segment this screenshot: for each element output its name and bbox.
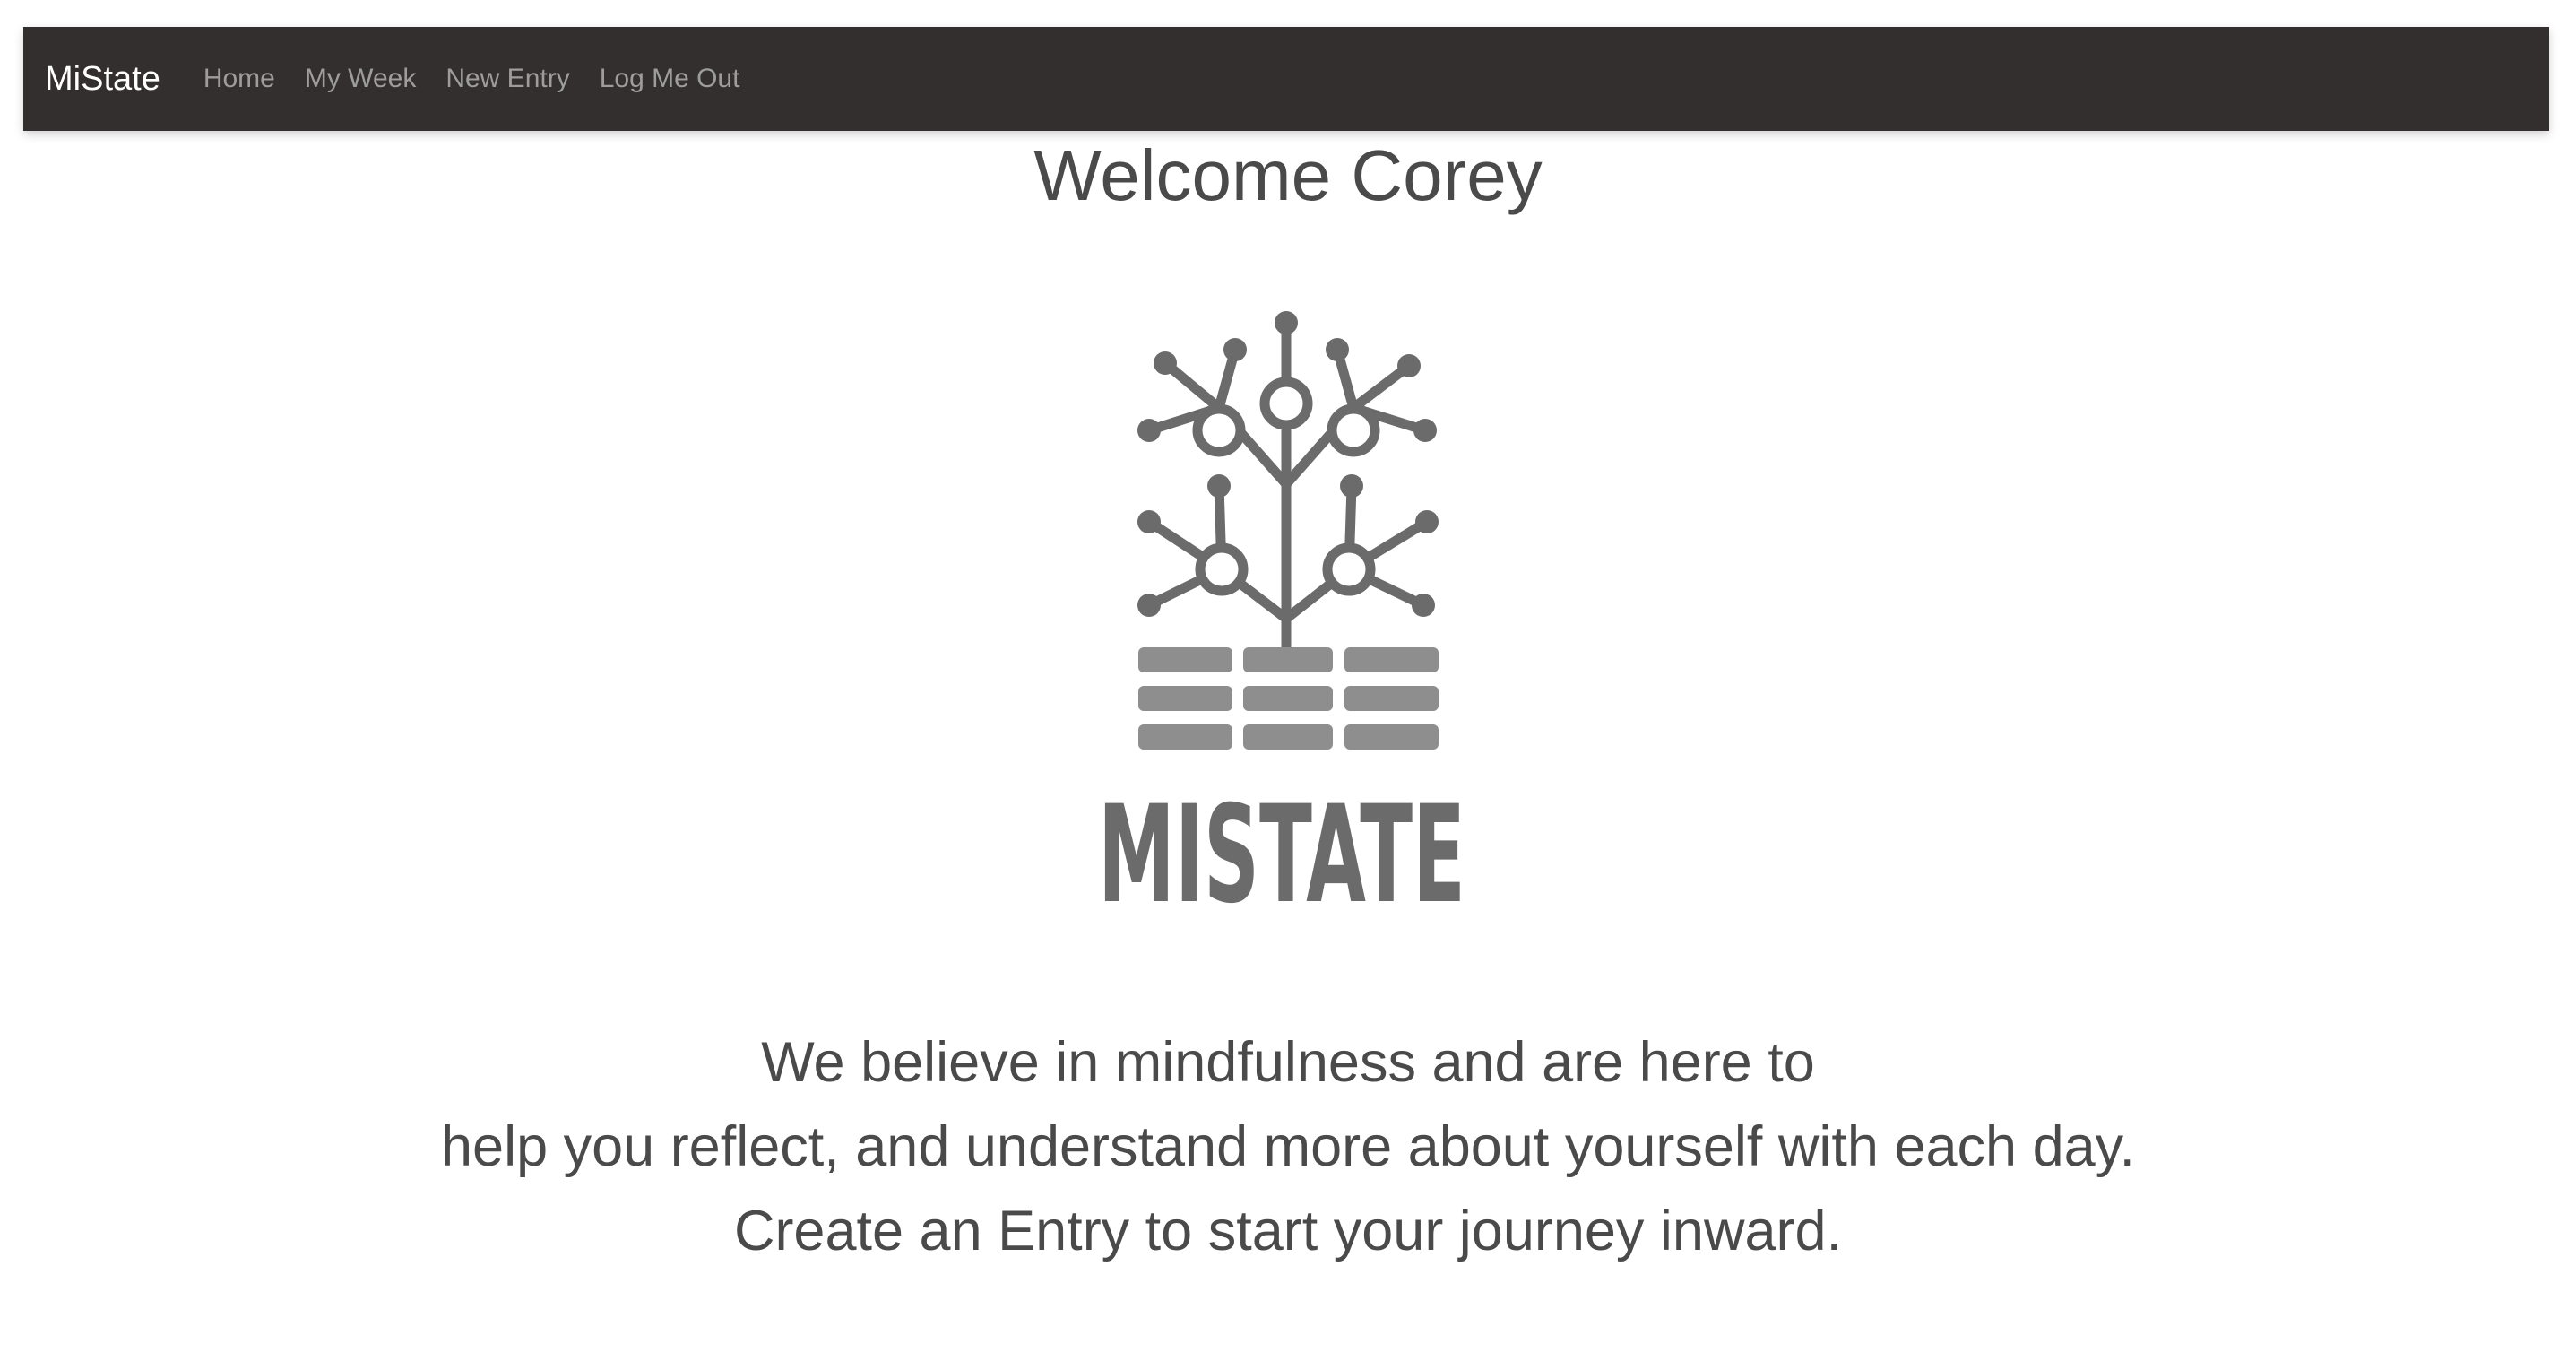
nav-link-my-week[interactable]: My Week <box>305 64 416 94</box>
tagline-line-3: Create an Entry to start your journey in… <box>733 1200 1843 1262</box>
nav-link-new-entry[interactable]: New Entry <box>445 64 569 94</box>
tree-circuit-logo-icon: MISTATE <box>1098 311 1465 932</box>
brand-link[interactable]: MiState <box>45 60 160 99</box>
nav-link-log-out[interactable]: Log Me Out <box>600 64 740 94</box>
tagline-line-1: We believe in mindfulness and are here t… <box>761 1031 1815 1094</box>
logo-wordmark: MISTATE <box>1098 777 1465 932</box>
welcome-heading: Welcome Corey <box>1033 135 1543 215</box>
tagline-line-2: help you reflect, and understand more ab… <box>441 1115 2135 1178</box>
mistate-logo: MISTATE <box>1085 260 1479 932</box>
top-navbar: MiState Home My Week New Entry Log Me Ou… <box>23 27 2549 131</box>
tagline: We believe in mindfulness and are here t… <box>0 1020 2576 1273</box>
nav-link-home[interactable]: Home <box>203 64 275 94</box>
nav-links: Home My Week New Entry Log Me Out <box>203 64 770 94</box>
